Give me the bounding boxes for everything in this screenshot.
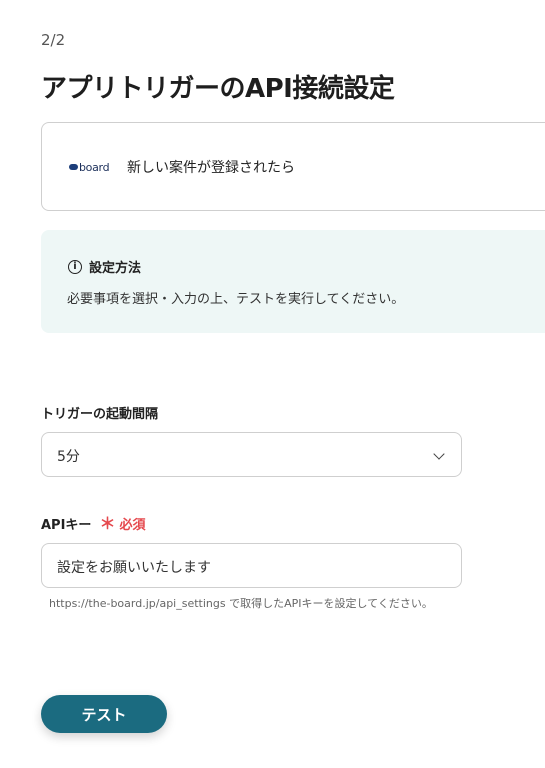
step-indicator: 2/2	[41, 31, 66, 49]
required-text: 必須	[119, 518, 146, 533]
info-title: 設定方法	[89, 261, 142, 276]
info-box: i 設定方法 必要事項を選択・入力の上、テストを実行してください。	[41, 230, 545, 333]
interval-select-value: 5分	[57, 449, 80, 465]
page-title: アプリトリガーのAPI接続設定	[41, 74, 395, 104]
interval-select[interactable]: 5分	[41, 432, 462, 477]
trigger-name: 新しい案件が登録されたら	[127, 160, 295, 176]
board-logo: board	[69, 160, 110, 174]
chevron-down-icon	[433, 448, 445, 460]
app-trigger-card: board 新しい案件が登録されたら	[41, 122, 545, 211]
api-key-help-text: https://the-board.jp/api_settings で取得したA…	[49, 597, 433, 610]
info-body: 必要事項を選択・入力の上、テストを実行してください。	[67, 292, 405, 307]
interval-label: トリガーの起動間隔	[41, 407, 159, 422]
test-button[interactable]: テスト	[41, 695, 167, 733]
info-icon: i	[68, 259, 82, 274]
api-key-input[interactable]: 設定をお願いいたします	[41, 543, 462, 588]
board-logo-mark	[69, 164, 78, 170]
required-asterisk-icon: ＊	[99, 513, 116, 533]
api-key-input-value: 設定をお願いいたします	[57, 560, 211, 576]
info-header: i 設定方法	[68, 257, 141, 276]
api-key-label-row: APIキー ＊ 必須	[41, 514, 145, 533]
trigger-settings-page: 2/2 アプリトリガーのAPI接続設定 board 新しい案件が登録されたら i…	[0, 0, 545, 768]
required-badge: ＊ 必須	[99, 514, 145, 533]
api-key-label: APIキー	[41, 518, 92, 533]
board-logo-text: board	[79, 160, 110, 174]
